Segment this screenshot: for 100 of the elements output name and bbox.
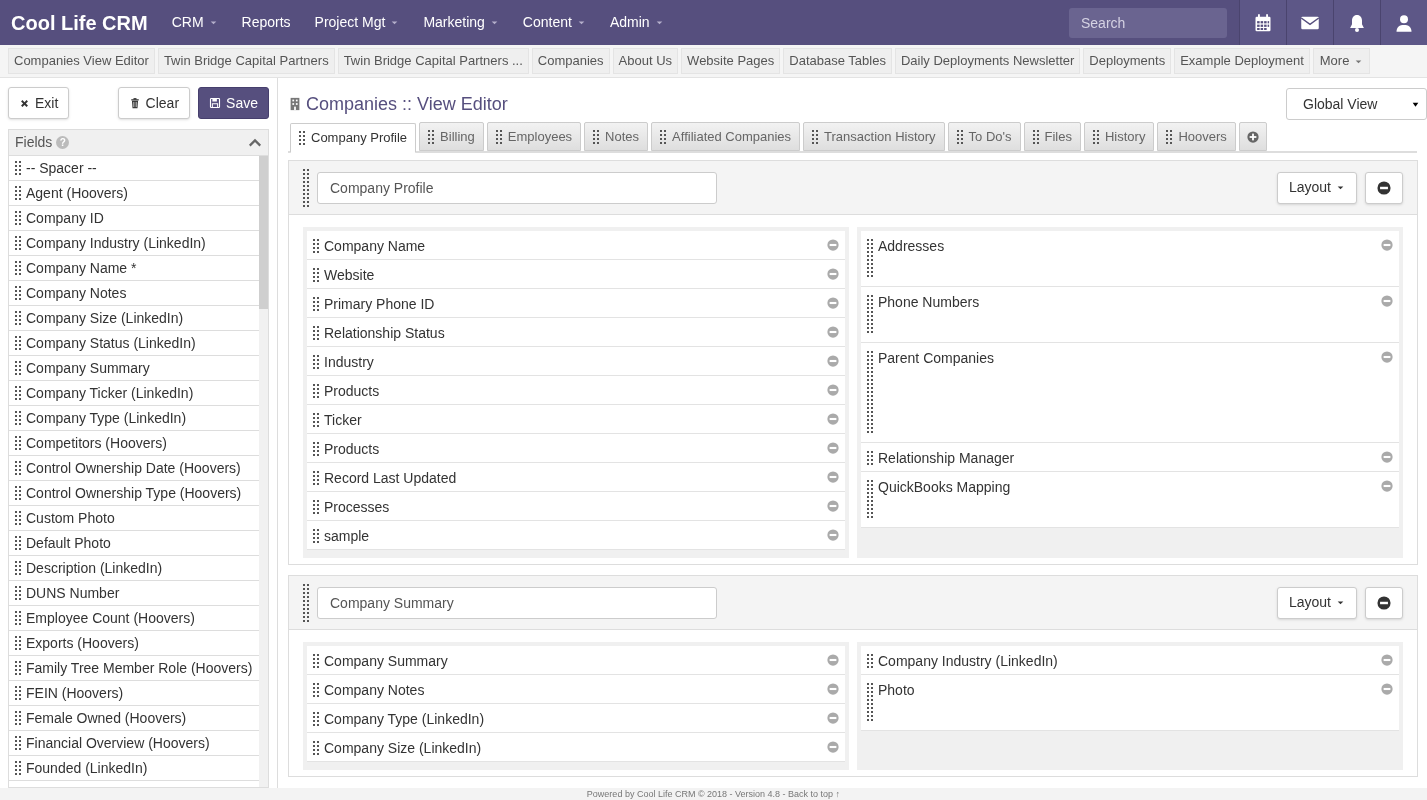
tab[interactable]: Files bbox=[1023, 122, 1081, 151]
drag-handle[interactable] bbox=[15, 661, 21, 675]
field-list-item[interactable]: Company Ticker (LinkedIn) bbox=[9, 381, 259, 406]
drag-handle[interactable] bbox=[15, 636, 21, 650]
brand-logo[interactable]: Cool Life CRM bbox=[0, 0, 160, 45]
tab[interactable]: To Do's bbox=[947, 122, 1021, 151]
scrollbar-thumb[interactable] bbox=[259, 156, 268, 309]
drag-handle[interactable] bbox=[867, 683, 873, 721]
drag-handle[interactable] bbox=[313, 500, 319, 514]
add-tab-button[interactable] bbox=[1238, 122, 1267, 151]
drag-handle[interactable] bbox=[15, 236, 21, 250]
drag-handle[interactable] bbox=[867, 480, 873, 518]
tab[interactable]: Company Profile bbox=[290, 123, 417, 153]
nav-icon-button[interactable] bbox=[1333, 0, 1380, 45]
drag-handle[interactable] bbox=[15, 511, 21, 525]
drag-handle[interactable] bbox=[1032, 129, 1039, 144]
tab[interactable]: Billing bbox=[419, 122, 484, 151]
drag-handle[interactable] bbox=[867, 351, 873, 433]
layout-field[interactable]: Ticker bbox=[307, 405, 845, 434]
layout-field[interactable]: Record Last Updated bbox=[307, 463, 845, 492]
drag-handle[interactable] bbox=[15, 361, 21, 375]
drag-handle[interactable] bbox=[303, 168, 309, 207]
field-list-item[interactable]: Family Tree Member Role (Hoovers) bbox=[9, 656, 259, 681]
drag-handle[interactable] bbox=[15, 286, 21, 300]
recent-item-tab[interactable]: Twin Bridge Capital Partners bbox=[157, 48, 335, 74]
drag-handle[interactable] bbox=[313, 268, 319, 282]
layout-field[interactable]: sample bbox=[307, 521, 845, 550]
nav-menu-item[interactable]: Marketing bbox=[411, 0, 511, 45]
recent-item-tab[interactable]: Companies View Editor bbox=[8, 48, 155, 74]
recent-item-tab[interactable]: About Us bbox=[612, 48, 679, 74]
field-list-item[interactable]: Company Type (LinkedIn) bbox=[9, 406, 259, 431]
tab[interactable]: Notes bbox=[584, 122, 649, 151]
drag-handle[interactable] bbox=[1166, 129, 1173, 144]
drag-handle[interactable] bbox=[313, 355, 319, 369]
layout-dropdown-button[interactable]: Layout bbox=[1276, 171, 1357, 204]
drag-handle[interactable] bbox=[313, 741, 319, 755]
drag-handle[interactable] bbox=[15, 311, 21, 325]
drag-handle[interactable] bbox=[15, 411, 21, 425]
section-name-field[interactable]: Company Summary bbox=[317, 586, 717, 619]
drag-handle[interactable] bbox=[15, 336, 21, 350]
nav-icon-button[interactable] bbox=[1239, 0, 1286, 45]
drag-handle[interactable] bbox=[15, 611, 21, 625]
field-list-item[interactable]: Company Industry (LinkedIn) bbox=[9, 231, 259, 256]
drag-handle[interactable] bbox=[1093, 129, 1099, 144]
layout-field[interactable]: Products bbox=[307, 376, 845, 405]
drag-handle[interactable] bbox=[313, 654, 319, 668]
drag-handle[interactable] bbox=[15, 761, 21, 775]
layout-field[interactable]: Company Name bbox=[307, 231, 845, 260]
save-button[interactable]: Save bbox=[198, 87, 269, 119]
drag-handle[interactable] bbox=[313, 442, 319, 456]
tab[interactable]: History bbox=[1084, 122, 1155, 151]
field-list-item[interactable]: Exports (Hoovers) bbox=[9, 631, 259, 656]
layout-field[interactable]: Parent Companies bbox=[861, 343, 1399, 443]
field-list-item[interactable]: Employee Count (Hoovers) bbox=[9, 606, 259, 631]
nav-menu-item[interactable]: Reports bbox=[229, 0, 303, 45]
drag-handle[interactable] bbox=[867, 295, 873, 333]
drag-handle[interactable] bbox=[15, 261, 21, 275]
field-list-item[interactable]: Company Size (LinkedIn) bbox=[9, 306, 259, 331]
recent-item-tab[interactable]: Website Pages bbox=[681, 48, 781, 74]
field-list-item[interactable]: Agent (Hoovers) bbox=[9, 181, 259, 206]
field-list-item[interactable]: Control Ownership Date (Hoovers) bbox=[9, 456, 259, 481]
drag-handle[interactable] bbox=[313, 529, 319, 543]
drag-handle[interactable] bbox=[15, 711, 21, 725]
drag-handle[interactable] bbox=[15, 386, 21, 400]
field-list-item[interactable]: Company Name * bbox=[9, 256, 259, 281]
field-list-item[interactable]: FEIN (Hoovers) bbox=[9, 681, 259, 706]
tab[interactable]: Employees bbox=[486, 122, 582, 151]
layout-field[interactable]: QuickBooks Mapping bbox=[861, 472, 1399, 528]
drag-handle[interactable] bbox=[660, 129, 667, 144]
field-list-item[interactable]: Control Ownership Type (Hoovers) bbox=[9, 481, 259, 506]
drag-handle[interactable] bbox=[313, 239, 319, 253]
drag-handle[interactable] bbox=[495, 129, 502, 144]
nav-menu-item[interactable]: CRM bbox=[159, 0, 230, 45]
drag-handle[interactable] bbox=[956, 129, 963, 144]
field-list-item[interactable]: Female Owned (Hoovers) bbox=[9, 706, 259, 731]
field-list-item[interactable]: Founded (LinkedIn) bbox=[9, 756, 259, 781]
drag-handle[interactable] bbox=[593, 129, 600, 144]
layout-field[interactable]: Company Size (LinkedIn) bbox=[307, 733, 845, 762]
layout-dropdown-button[interactable]: Layout bbox=[1276, 586, 1357, 619]
drag-handle[interactable] bbox=[313, 384, 319, 398]
field-list-item[interactable]: Default Photo bbox=[9, 531, 259, 556]
field-list-item[interactable]: Company Summary bbox=[9, 356, 259, 381]
field-list-item[interactable]: -- Spacer -- bbox=[9, 156, 259, 181]
drag-handle[interactable] bbox=[15, 186, 21, 200]
remove-section-button[interactable] bbox=[1365, 171, 1403, 204]
field-list-item[interactable]: DUNS Number bbox=[9, 581, 259, 606]
recent-item-tab[interactable]: Database Tables bbox=[783, 48, 892, 74]
drag-handle[interactable] bbox=[15, 561, 21, 575]
section-name-field[interactable]: Company Profile bbox=[317, 171, 717, 204]
recent-item-tab[interactable]: Deployments bbox=[1083, 48, 1172, 74]
view-select[interactable]: Global View bbox=[1286, 88, 1427, 120]
layout-field[interactable]: Company Industry (LinkedIn) bbox=[861, 646, 1399, 675]
drag-handle[interactable] bbox=[313, 683, 319, 697]
drag-handle[interactable] bbox=[15, 161, 21, 175]
drag-handle[interactable] bbox=[15, 686, 21, 700]
layout-field[interactable]: Company Type (LinkedIn) bbox=[307, 704, 845, 733]
drag-handle[interactable] bbox=[15, 461, 21, 475]
recent-item-tab[interactable]: Companies bbox=[531, 48, 610, 74]
more-dropdown[interactable]: More bbox=[1312, 48, 1371, 74]
layout-field[interactable]: Primary Phone ID bbox=[307, 289, 845, 318]
